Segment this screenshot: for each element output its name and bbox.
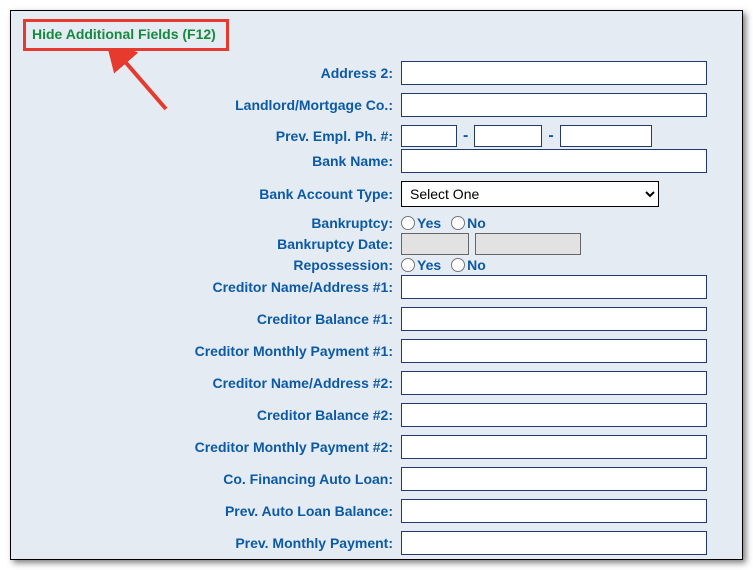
input-bankruptcy-date-2 [475,233,581,255]
input-creditor-bal-2[interactable] [401,403,707,427]
radio-label-yes: Yes [417,215,441,231]
label-repossession: Repossession: [23,257,401,273]
input-bank-name[interactable] [401,149,707,173]
input-creditor-bal-1[interactable] [401,307,707,331]
label-prev-monthly-pay: Prev. Monthly Payment: [23,535,401,551]
input-prev-ph-area[interactable] [401,125,457,147]
radio-bankruptcy-no[interactable] [451,216,465,230]
input-bankruptcy-date-1 [401,233,469,255]
input-co-financing[interactable] [401,467,707,491]
label-address2: Address 2: [23,65,401,81]
input-prev-ph-line[interactable] [560,125,652,147]
label-bankruptcy: Bankruptcy: [23,215,401,231]
form-area: Address 2: Landlord/Mortgage Co.: Prev. … [23,57,730,555]
input-address2[interactable] [401,61,707,85]
radio-repossession-yes[interactable] [401,258,415,272]
radio-bankruptcy-yes[interactable] [401,216,415,230]
label-creditor-bal-2: Creditor Balance #2: [23,407,401,423]
input-creditor-pay-1[interactable] [401,339,707,363]
input-landlord[interactable] [401,93,707,117]
label-landlord: Landlord/Mortgage Co.: [23,97,401,113]
label-prev-empl-ph: Prev. Empl. Ph. #: [23,128,401,144]
label-creditor-pay-1: Creditor Monthly Payment #1: [23,343,401,359]
radio-repossession-no[interactable] [451,258,465,272]
input-prev-monthly-pay[interactable] [401,531,707,555]
select-bank-account-type[interactable]: Select One [401,181,659,207]
input-creditor-2[interactable] [401,371,707,395]
label-bankruptcy-date: Bankruptcy Date: [23,236,401,252]
label-creditor-1: Creditor Name/Address #1: [23,279,401,295]
label-creditor-bal-1: Creditor Balance #1: [23,311,401,327]
label-creditor-2: Creditor Name/Address #2: [23,375,401,391]
input-prev-ph-prefix[interactable] [474,125,542,147]
label-bank-name: Bank Name: [23,153,401,169]
label-bank-account-type: Bank Account Type: [23,186,401,202]
hide-link-highlight: Hide Additional Fields (F12) [23,19,229,51]
label-prev-loan-bal: Prev. Auto Loan Balance: [23,503,401,519]
radio-label-no: No [467,215,486,231]
input-creditor-1[interactable] [401,275,707,299]
additional-fields-panel: Hide Additional Fields (F12) Address 2: … [10,10,743,560]
input-prev-loan-bal[interactable] [401,499,707,523]
label-co-financing: Co. Financing Auto Loan: [23,471,401,487]
dash-icon: - [548,127,553,145]
input-creditor-pay-2[interactable] [401,435,707,459]
label-creditor-pay-2: Creditor Monthly Payment #2: [23,439,401,455]
dash-icon: - [463,127,468,145]
hide-additional-fields-link[interactable]: Hide Additional Fields (F12) [32,26,216,42]
radio-label-yes: Yes [417,257,441,273]
radio-label-no: No [467,257,486,273]
